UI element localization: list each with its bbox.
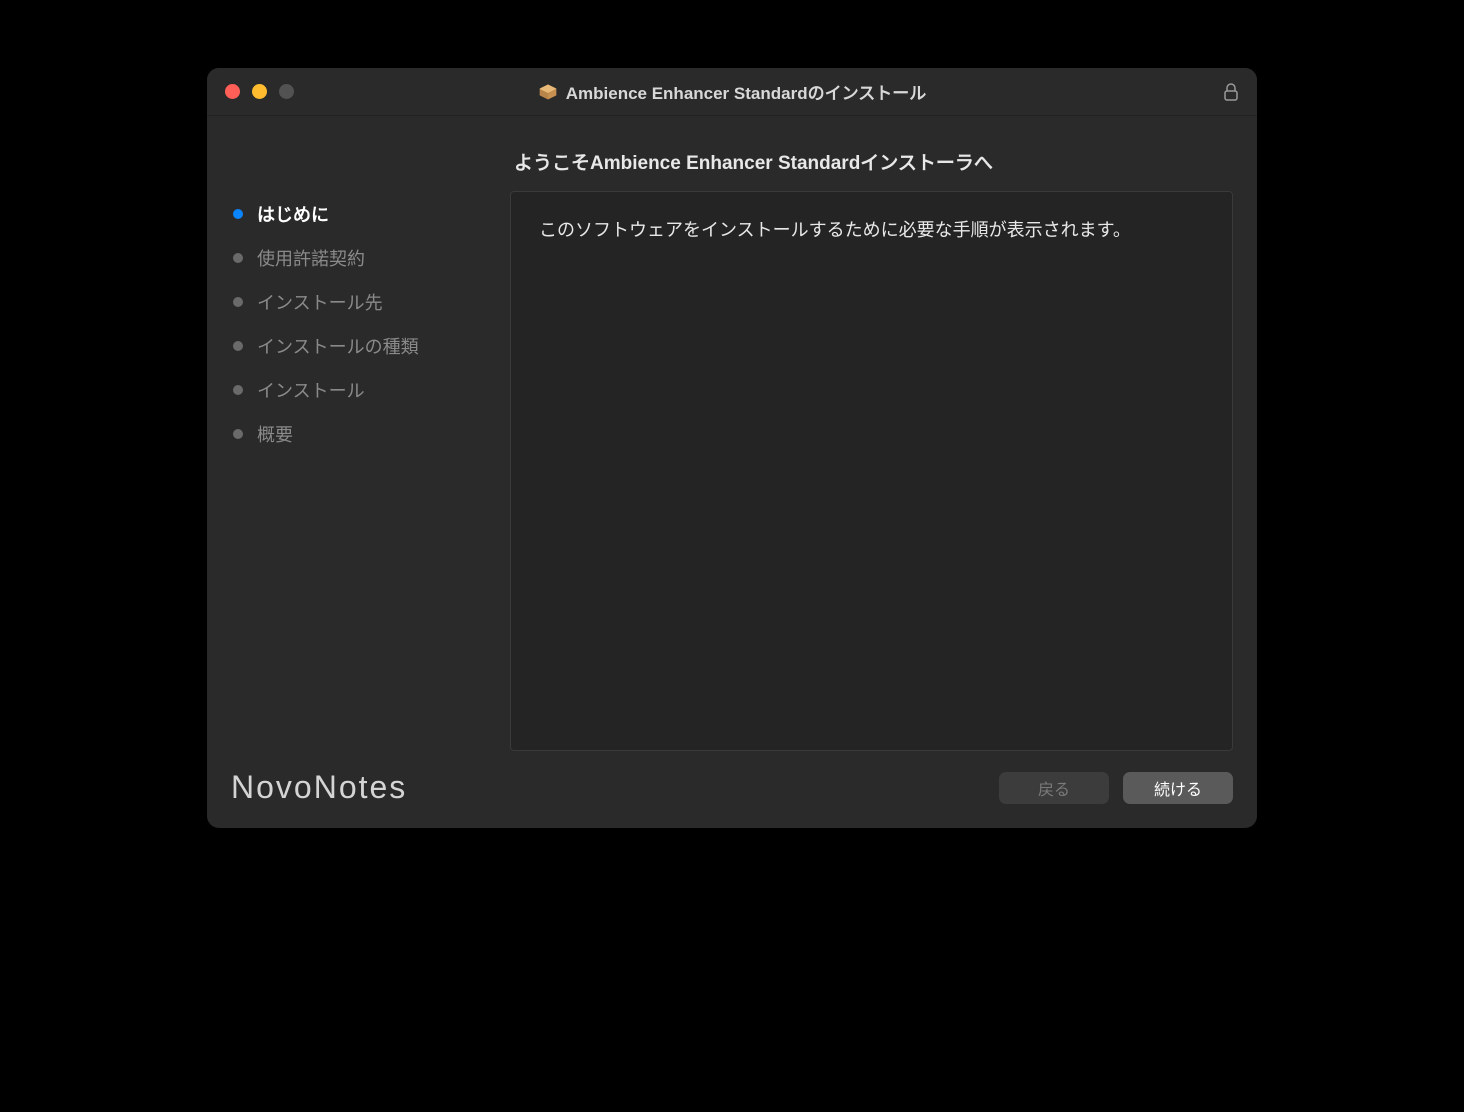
titlebar: Ambience Enhancer Standardのインストール bbox=[207, 68, 1257, 116]
step-introduction: はじめに bbox=[233, 192, 510, 236]
step-license: 使用許諾契約 bbox=[233, 236, 510, 280]
right-panel: ようこそAmbience Enhancer Standardインストーラへ この… bbox=[510, 134, 1233, 761]
step-label: はじめに bbox=[257, 201, 329, 227]
bullet-icon bbox=[233, 297, 243, 307]
step-installation: インストール bbox=[233, 368, 510, 412]
bullet-icon bbox=[233, 341, 243, 351]
step-summary: 概要 bbox=[233, 412, 510, 456]
brand-logo: NovoNotes bbox=[231, 769, 407, 806]
step-label: 概要 bbox=[257, 421, 293, 447]
title-center: Ambience Enhancer Standardのインストール bbox=[207, 79, 1257, 104]
button-group: 戻る 続ける bbox=[999, 772, 1233, 804]
installer-window: Ambience Enhancer Standardのインストール はじめに 使… bbox=[207, 68, 1257, 828]
content-area: はじめに 使用許諾契約 インストール先 インストールの種類 インストール bbox=[207, 116, 1257, 828]
package-icon bbox=[538, 82, 558, 102]
panel-box: このソフトウェアをインストールするために必要な手順が表示されます。 bbox=[510, 191, 1233, 751]
traffic-lights bbox=[225, 84, 294, 99]
bullet-icon bbox=[233, 253, 243, 263]
window-title: Ambience Enhancer Standardのインストール bbox=[566, 79, 927, 104]
steps-sidebar: はじめに 使用許諾契約 インストール先 インストールの種類 インストール bbox=[225, 134, 510, 761]
panel-message: このソフトウェアをインストールするために必要な手順が表示されます。 bbox=[539, 216, 1204, 245]
bullet-icon bbox=[233, 209, 243, 219]
close-window-button[interactable] bbox=[225, 84, 240, 99]
minimize-window-button[interactable] bbox=[252, 84, 267, 99]
bullet-icon bbox=[233, 385, 243, 395]
back-button[interactable]: 戻る bbox=[999, 772, 1109, 804]
maximize-window-button bbox=[279, 84, 294, 99]
main-area: はじめに 使用許諾契約 インストール先 インストールの種類 インストール bbox=[207, 116, 1257, 761]
panel-heading: ようこそAmbience Enhancer Standardインストーラへ bbox=[510, 134, 1233, 191]
continue-button[interactable]: 続ける bbox=[1123, 772, 1233, 804]
step-label: インストールの種類 bbox=[257, 333, 419, 359]
bullet-icon bbox=[233, 429, 243, 439]
step-destination: インストール先 bbox=[233, 280, 510, 324]
step-label: インストール bbox=[257, 377, 365, 403]
lock-icon[interactable] bbox=[1223, 83, 1239, 101]
step-installation-type: インストールの種類 bbox=[233, 324, 510, 368]
step-label: インストール先 bbox=[257, 289, 383, 315]
step-label: 使用許諾契約 bbox=[257, 245, 365, 271]
footer: NovoNotes 戻る 続ける bbox=[207, 761, 1257, 828]
